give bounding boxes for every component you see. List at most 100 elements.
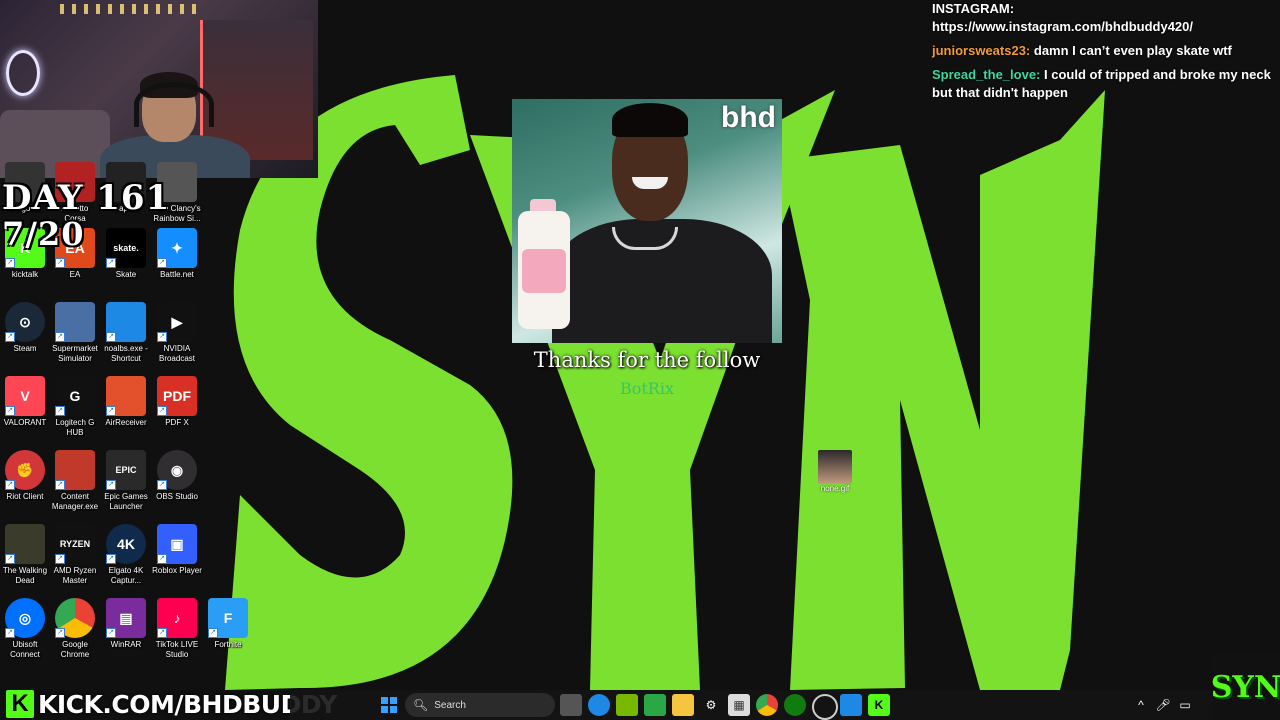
desktop-icon-label: Fortnite [214,640,242,649]
follow-alert-image: bhd [512,99,782,343]
taskbar: 🔍︎ Search ⚙ ▦ K ^ 🎤︎ ▭ [290,690,1280,720]
windows-icon [381,697,397,713]
desktop-icon[interactable]: noalbs.exe - Shortcut ↗ [101,302,151,364]
shortcut-arrow-icon: ↗ [5,480,15,490]
webcam-feed [0,0,318,178]
settings-icon[interactable]: ⚙ [700,694,722,716]
shortcut-arrow-icon: ↗ [55,332,65,342]
desktop-icon[interactable]: RYZEN AMD Ryzen Master ↗ [50,524,100,586]
alert-title: Thanks for the follow [533,348,761,372]
shortcut-arrow-icon: ↗ [55,258,65,268]
file-explorer-icon[interactable] [672,694,694,716]
app-icon[interactable] [840,694,862,716]
nvidia-icon[interactable] [616,694,638,716]
shortcut-arrow-icon: ↗ [208,628,218,638]
desktop-icon[interactable]: ♪ TikTok LIVE Studio ↗ [152,598,202,660]
shortcut-arrow-icon: ↗ [55,628,65,638]
shortcut-arrow-icon: ↗ [5,332,15,342]
desktop-icon[interactable]: Google Chrome ↗ [50,598,100,660]
chevron-up-icon[interactable]: ^ [1130,694,1152,716]
shortcut-arrow-icon: ↗ [106,406,116,416]
desktop-icon-label: NVIDIA Broadcast [158,344,196,363]
desktop-icon[interactable]: ▶ NVIDIA Broadcast ↗ [152,302,202,364]
desktop-icon-label: OBS Studio [156,492,198,501]
chat-username: Spread_the_love: [932,67,1041,82]
desktop-icon[interactable]: ◉ OBS Studio ↗ [152,450,202,502]
desktop-icon-label: Epic Games Launcher [104,492,148,511]
desktop-icon[interactable]: ◎ Ubisoft Connect ↗ [0,598,50,660]
desktop-icon-label: noalbs.exe - Shortcut [104,344,148,363]
search-icon: 🔍︎ [413,698,429,712]
desktop-icon-label: Elgato 4K Captur... [108,566,144,585]
desktop-icon-label: AMD Ryzen Master [53,566,97,585]
desktop-icon-label: The Walking Dead [2,566,48,585]
start-button[interactable] [378,694,400,716]
chat-message: INSTAGRAM: https://www.instagram.com/bhd… [932,0,1277,36]
desktop-file-none-gif[interactable]: none.gif [814,450,856,493]
desktop-icon-label: TikTok LIVE Studio [155,640,199,659]
desktop-icon[interactable]: PDF PDF X ↗ [152,376,202,428]
desktop-icon[interactable]: EPIC Epic Games Launcher ↗ [101,450,151,512]
syn-badge-text: SYN [1210,669,1280,705]
desktop-icon-label: Logitech G HUB [55,418,95,437]
desktop-icon-label: kicktalk [11,270,39,279]
alert-subtitle: BotRix [619,379,674,398]
shortcut-arrow-icon: ↗ [157,332,167,342]
microphone-icon[interactable]: 🎤︎ [1152,694,1174,716]
obs-icon[interactable] [812,694,838,720]
kick-logo-icon: K [6,690,34,718]
task-view-icon[interactable] [560,694,582,716]
desktop-icon-label: Roblox Player [152,566,202,575]
store-icon[interactable]: ▦ [728,694,750,716]
shortcut-arrow-icon: ↗ [157,258,167,268]
shortcut-arrow-icon: ↗ [5,554,15,564]
file-thumbnail [818,450,852,484]
display-icon[interactable]: ▭ [1174,694,1196,716]
desktop-icon-label: PDF X [165,418,189,427]
desktop-icon[interactable]: 4K Elgato 4K Captur... ↗ [101,524,151,586]
desktop-icon[interactable]: ▤ WinRAR ↗ [101,598,151,650]
chat-message: Spread_the_love: I could of tripped and … [932,66,1277,102]
shortcut-arrow-icon: ↗ [106,628,116,638]
kick-icon[interactable]: K [868,694,890,716]
shortcut-arrow-icon: ↗ [5,406,15,416]
shortcut-arrow-icon: ↗ [157,628,167,638]
app-icon[interactable] [644,694,666,716]
desktop-icon-label: AirReceiver [105,418,147,427]
shortcut-arrow-icon: ↗ [157,480,167,490]
edge-icon[interactable] [588,694,610,716]
desktop-icon[interactable]: ✊ Riot Client ↗ [0,450,50,502]
shortcut-arrow-icon: ↗ [106,332,116,342]
shortcut-arrow-icon: ↗ [157,554,167,564]
desktop-icon[interactable]: The Walking Dead ↗ [0,524,50,586]
chat-message: juniorsweats23: damn I can’t even play s… [932,42,1277,60]
shortcut-arrow-icon: ↗ [106,554,116,564]
chat-text: INSTAGRAM: https://www.instagram.com/bhd… [932,1,1193,34]
desktop-icon-label: Skate [115,270,137,279]
desktop-icon-label: EA [69,270,81,279]
chat-overlay: INSTAGRAM: https://www.instagram.com/bhd… [932,0,1277,108]
desktop-icon-label: Battle.net [160,270,194,279]
desktop-icon[interactable]: G Logitech G HUB ↗ [50,376,100,438]
xbox-icon[interactable] [784,694,806,716]
desktop-icon[interactable]: AirReceiver ↗ [101,376,151,428]
shortcut-arrow-icon: ↗ [5,258,15,268]
desktop-icon[interactable]: Supermarket Simulator ↗ [50,302,100,364]
shortcut-arrow-icon: ↗ [5,628,15,638]
stream-screen: Dragon... Assetto Corsa Capcut Tom Clancy's… [0,0,1280,720]
day-counter: DAY 161 [2,178,171,218]
desktop-icon[interactable]: F Fortnite ↗ [203,598,253,650]
desktop-icon[interactable]: V VALORANT ↗ [0,376,50,428]
desktop-icon[interactable]: Content Manager.exe ↗ [50,450,100,512]
desktop-icon[interactable]: ⊙ Steam ↗ [0,302,50,354]
taskbar-search[interactable]: 🔍︎ Search [405,693,555,717]
desktop-icon-label: Supermarket Simulator [52,344,98,363]
desktop-icon[interactable]: ▣ Roblox Player ↗ [152,524,202,576]
shortcut-arrow-icon: ↗ [106,258,116,268]
desktop-icon[interactable]: ✦ Battle.net ↗ [152,228,202,280]
shortcut-arrow-icon: ↗ [55,406,65,416]
desktop-icon-label: Riot Client [6,492,44,501]
chrome-icon[interactable] [756,694,778,716]
desktop-icon-label: WinRAR [110,640,142,649]
desktop-icon[interactable]: skate. Skate ↗ [101,228,151,280]
